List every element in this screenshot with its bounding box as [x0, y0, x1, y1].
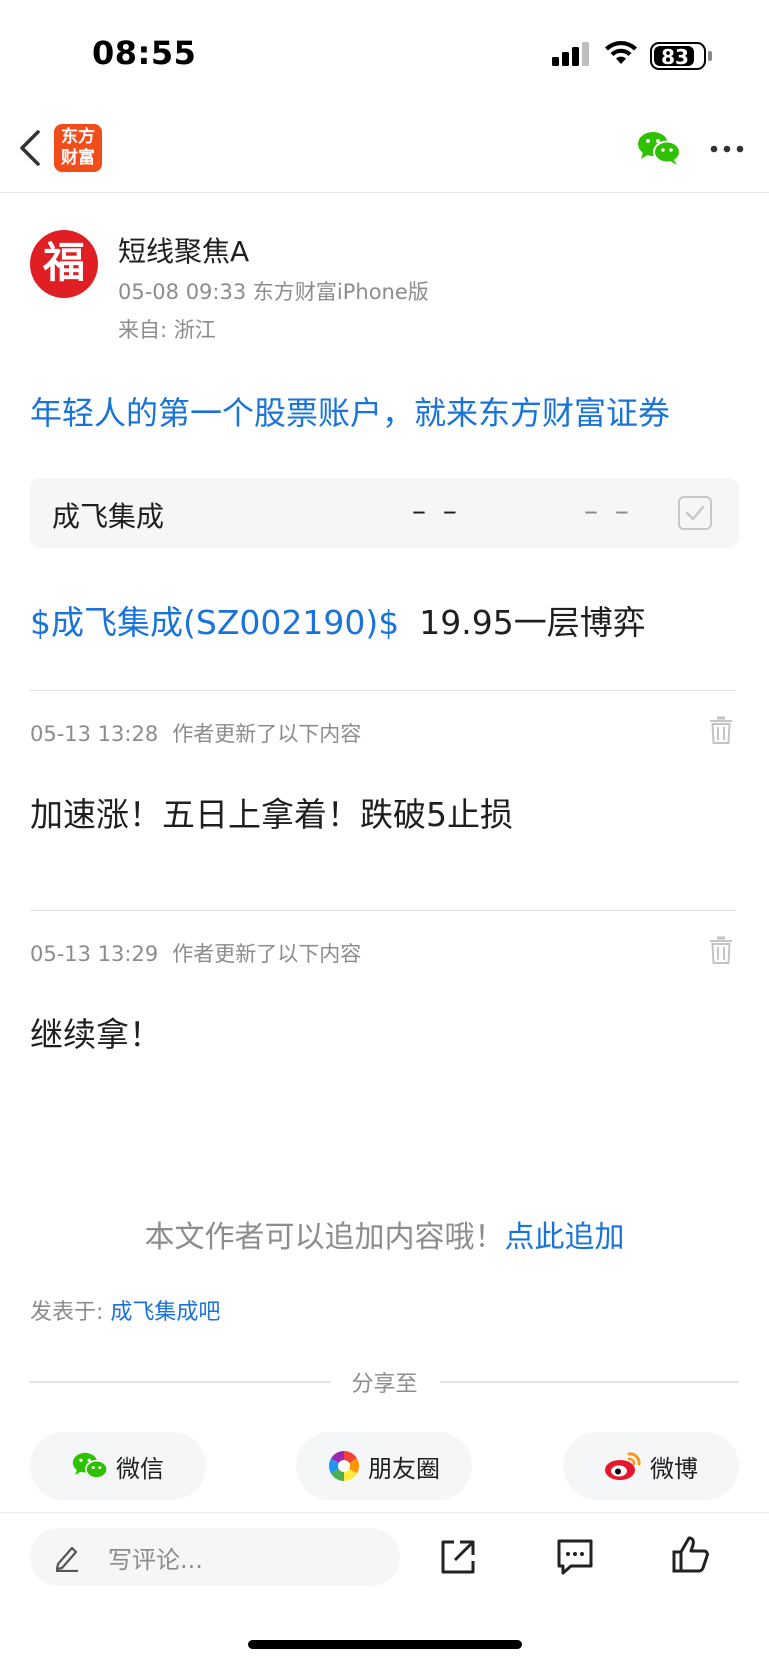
post-meta: 05-08 09:33 东方财富iPhone版: [118, 280, 429, 304]
update-text: 继续拿！: [30, 1015, 162, 1054]
stock-card[interactable]: 成飞集成 – – – –: [30, 478, 739, 548]
eastmoney-logo[interactable]: 东方 财富: [54, 124, 102, 172]
status-time: 08:55: [92, 34, 197, 72]
battery-indicator: 83: [650, 42, 706, 70]
share-label: 微博: [650, 1454, 698, 1483]
comment-input[interactable]: 写评论...: [30, 1528, 400, 1586]
post-content: $成飞集成(SZ002190)$ 19.95一层博弈: [30, 596, 646, 644]
posted-in: 发表于: 成飞集成吧: [30, 1294, 220, 1326]
logo-line-1: 东方: [61, 127, 95, 147]
wechat-icon: [72, 1452, 108, 1479]
update-label: 作者更新了以下内容: [172, 942, 362, 966]
more-options-icon[interactable]: [710, 144, 744, 154]
nav-divider: [0, 192, 769, 193]
share-wechat-button[interactable]: 微信: [30, 1432, 206, 1500]
share-label: 朋友圈: [368, 1454, 440, 1483]
forum-link[interactable]: 成飞集成吧: [110, 1300, 220, 1325]
update-meta: 05-13 13:28 作者更新了以下内容: [30, 718, 361, 748]
like-icon[interactable]: [671, 1535, 711, 1575]
update-time: 05-13 13:29: [30, 942, 159, 966]
update-text: 加速涨！五日上拿着！跌破5止损: [30, 795, 513, 834]
battery-level: 83: [661, 45, 689, 69]
update-meta: 05-13 13:29 作者更新了以下内容: [30, 938, 361, 968]
share-moments-button[interactable]: 朋友圈: [296, 1432, 472, 1500]
posted-label: 发表于:: [30, 1300, 111, 1325]
cellular-signal-icon: [552, 42, 589, 66]
comment-icon[interactable]: [555, 1537, 595, 1577]
author-name[interactable]: 短线聚焦A: [118, 230, 249, 270]
moments-icon: [328, 1451, 360, 1481]
share-weibo-button[interactable]: 微博: [563, 1432, 739, 1500]
wechat-share-icon[interactable]: [637, 130, 681, 166]
append-link[interactable]: 点此追加: [505, 1220, 625, 1255]
stock-link[interactable]: $成飞集成(SZ002190)$: [30, 603, 399, 642]
update-divider: [30, 690, 736, 691]
stock-card-name: 成飞集成: [52, 500, 165, 533]
delete-icon[interactable]: [709, 936, 733, 964]
promo-link[interactable]: 年轻人的第一个股票账户，就来东方财富证券: [30, 388, 670, 434]
post-location: 来自: 浙江: [118, 318, 216, 342]
wifi-icon: [605, 41, 637, 64]
stock-card-change: – –: [584, 494, 633, 527]
author-avatar[interactable]: 福: [30, 230, 98, 298]
share-out-icon[interactable]: [438, 1537, 478, 1577]
update-time: 05-13 13:28: [30, 722, 159, 746]
share-divider-right: [440, 1381, 739, 1383]
append-text: 本文作者可以追加内容哦！: [144, 1220, 505, 1255]
pencil-icon: [55, 1546, 78, 1572]
post-text: 19.95一层博弈: [419, 603, 646, 642]
comment-placeholder: 写评论...: [108, 1545, 203, 1574]
update-label: 作者更新了以下内容: [172, 722, 362, 746]
home-indicator: [248, 1640, 522, 1649]
delete-icon[interactable]: [709, 716, 733, 744]
append-prompt: 本文作者可以追加内容哦！点此追加: [0, 1212, 769, 1256]
back-icon[interactable]: [16, 128, 44, 168]
share-label: 微信: [116, 1454, 164, 1483]
battery-tip: [708, 51, 712, 61]
weibo-icon: [605, 1452, 641, 1480]
toolbar-divider: [0, 1512, 769, 1513]
add-watchlist-checkbox[interactable]: [678, 496, 712, 530]
logo-line-2: 财富: [61, 148, 95, 168]
stock-card-price: – –: [412, 494, 461, 527]
checkmark-icon: [685, 505, 705, 521]
update-divider: [30, 910, 736, 911]
